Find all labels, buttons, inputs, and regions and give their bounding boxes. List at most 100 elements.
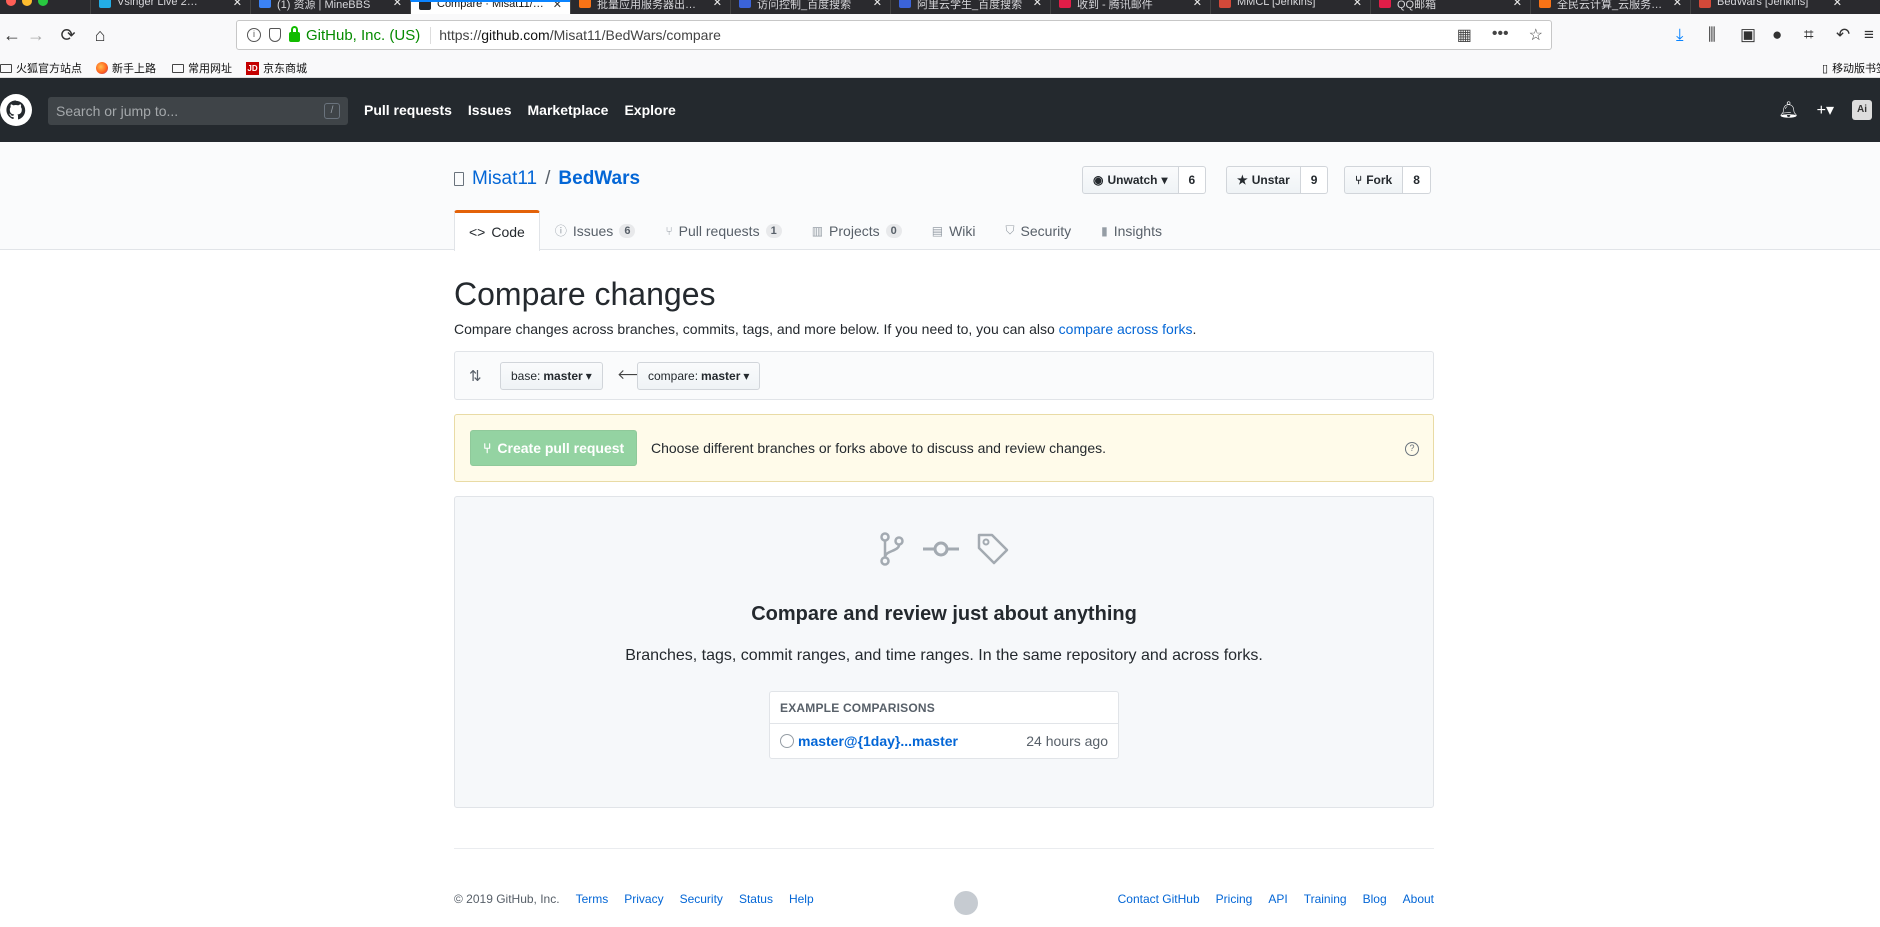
browser-tab[interactable]: 阿里云学生_百度搜索 ✕ [890,0,1050,14]
help-icon[interactable]: ? [1405,442,1419,456]
compare-branch-select[interactable]: compare: master ▾ [637,362,761,390]
github-mark-icon[interactable] [954,891,978,915]
address-bar[interactable]: i GitHub, Inc. (US) https://github.com/M… [236,20,1552,50]
fork-button[interactable]: ⑂ Fork [1344,166,1404,194]
browser-tab[interactable]: 收到 - 腾讯邮件 ✕ [1050,0,1210,14]
tab-projects[interactable]: ▥ Projects 0 [797,210,917,250]
nav-marketplace[interactable]: Marketplace [528,102,609,118]
header-user-actions: 🔔︎ +▾ Ai [1778,100,1872,120]
bookmark-item[interactable]: 新手上路 [96,60,156,76]
back-button[interactable]: ← [0,23,24,47]
footer-link-contact[interactable]: Contact GitHub [1118,892,1200,906]
forks-count[interactable]: 8 [1403,166,1431,194]
tab-close-icon[interactable]: ✕ [1513,0,1522,9]
bookmark-item[interactable]: JD 京东商城 [246,60,307,76]
info-icon[interactable]: i [247,28,261,42]
footer-link-help[interactable]: Help [789,892,814,906]
path-separator: / [545,168,551,189]
create-pull-request-button[interactable]: ⑂ Create pull request [470,430,638,466]
qr-code-icon[interactable]: ▦ [1457,25,1472,45]
tab-code[interactable]: <> Code [454,210,540,251]
tab-issues[interactable]: ⓘ Issues 6 [540,210,651,250]
url-text[interactable]: https://github.com/Misat11/BedWars/compa… [439,27,721,43]
site-identity-label[interactable]: GitHub, Inc. (US) [306,26,432,44]
reload-button[interactable]: ⟳ [56,23,80,47]
browser-tab[interactable]: 批量应用服务器出… ✕ [570,0,730,14]
search-input[interactable]: Search or jump to... / [48,97,348,125]
home-button[interactable]: ⌂ [88,23,112,47]
browser-tab[interactable]: Vsinger Live 2… ✕ [90,0,250,14]
mobile-icon: ▯ [1822,62,1829,75]
footer-link-pricing[interactable]: Pricing [1216,892,1253,906]
browser-tab[interactable]: QQ邮箱 ✕ [1370,0,1530,14]
footer-link-security[interactable]: Security [680,892,723,906]
unstar-button[interactable]: ★ Unstar [1226,166,1301,194]
mobile-bookmarks[interactable]: ▯移动版书签 [1822,60,1880,76]
maximize-window-button[interactable] [38,0,48,6]
account-icon[interactable]: ● [1772,25,1782,45]
swap-branches-icon[interactable]: ⇅ [469,367,482,385]
compare-across-forks-link[interactable]: compare across forks [1059,321,1193,337]
tab-insights[interactable]: ▮ Insights [1086,210,1177,250]
footer-link-training[interactable]: Training [1304,892,1347,906]
menu-icon[interactable]: ≡ [1864,25,1874,45]
minimize-window-button[interactable] [22,0,32,6]
tab-close-icon[interactable]: ✕ [553,2,562,11]
tab-close-icon[interactable]: ✕ [1673,0,1682,9]
folder-icon [0,63,12,73]
close-window-button[interactable] [6,0,16,6]
browser-tab-active[interactable]: Compare · Misat11/… ✕ [410,0,570,14]
repo-name-link[interactable]: BedWars [558,168,640,190]
tab-close-icon[interactable]: ✕ [233,0,242,9]
browser-tab[interactable]: (1) 资源 | MineBBS ✕ [250,0,410,14]
bookmarks-toolbar: 火狐官方站点 新手上路 常用网址 JD京东商城 ▯移动版书签 [0,56,1880,78]
bookmark-item[interactable]: 火狐官方站点 [0,60,82,76]
footer-link-blog[interactable]: Blog [1363,892,1387,906]
forward-button[interactable]: → [24,23,48,47]
tab-wiki[interactable]: ▤ Wiki [917,210,991,250]
screenshot-crop-icon[interactable]: ⌗ [1804,25,1814,45]
watchers-count[interactable]: 6 [1178,166,1207,194]
downloads-icon[interactable]: ⤓ [1676,25,1684,45]
tab-close-icon[interactable]: ✕ [1353,0,1362,9]
footer-link-status[interactable]: Status [739,892,773,906]
browser-tab[interactable]: 访问控制_百度搜索 ✕ [730,0,890,14]
stargazers-count[interactable]: 9 [1300,166,1329,194]
tracking-shield-icon[interactable] [269,28,281,42]
footer-link-api[interactable]: API [1268,892,1287,906]
tab-close-icon[interactable]: ✕ [393,0,402,9]
tab-pull-requests[interactable]: ⑂ Pull requests 1 [650,210,796,250]
browser-tab[interactable]: 全民云计算_云服务… ✕ [1530,0,1690,14]
tab-security[interactable]: ⛉ Security [991,210,1087,250]
sidebar-icon[interactable]: ▣ [1740,25,1756,45]
tab-close-icon[interactable]: ✕ [713,0,722,9]
tab-close-icon[interactable]: ✕ [1033,0,1042,9]
undo-icon[interactable]: ↶ [1836,25,1850,45]
footer-link-privacy[interactable]: Privacy [624,892,663,906]
github-logo-icon[interactable] [0,94,32,126]
browser-tab[interactable]: BedWars [Jenkins] ✕ [1690,0,1850,14]
tab-close-icon[interactable]: ✕ [873,0,882,9]
example-comparison-link[interactable]: master@{1day}...master [798,733,958,749]
browser-tab[interactable]: MMCL [Jenkins] ✕ [1210,0,1370,14]
library-icon[interactable]: ⫼ [1708,25,1716,45]
page-actions-icon[interactable]: ••• [1492,25,1509,45]
bookmark-star-icon[interactable]: ☆ [1529,25,1543,45]
footer-link-about[interactable]: About [1403,892,1434,906]
jd-logo-icon: JD [246,61,259,75]
nav-issues[interactable]: Issues [468,102,512,118]
bookmark-item[interactable]: 常用网址 [172,60,232,76]
compare-description: Compare changes across branches, commits… [454,321,1197,337]
footer-link-terms[interactable]: Terms [576,892,609,906]
tab-close-icon[interactable]: ✕ [1193,0,1202,9]
unwatch-button[interactable]: ◉ Unwatch ▾ [1082,166,1179,194]
tab-favicon-icon [1379,0,1391,8]
tab-close-icon[interactable]: ✕ [1833,0,1842,9]
nav-explore[interactable]: Explore [624,102,675,118]
repo-owner-link[interactable]: Misat11 [472,168,537,190]
plus-dropdown-icon[interactable]: +▾ [1817,100,1834,120]
nav-pull-requests[interactable]: Pull requests [364,102,452,118]
base-branch-select[interactable]: base: master ▾ [500,362,603,390]
avatar[interactable]: Ai [1852,100,1872,120]
bell-icon[interactable]: 🔔︎ [1778,100,1798,120]
